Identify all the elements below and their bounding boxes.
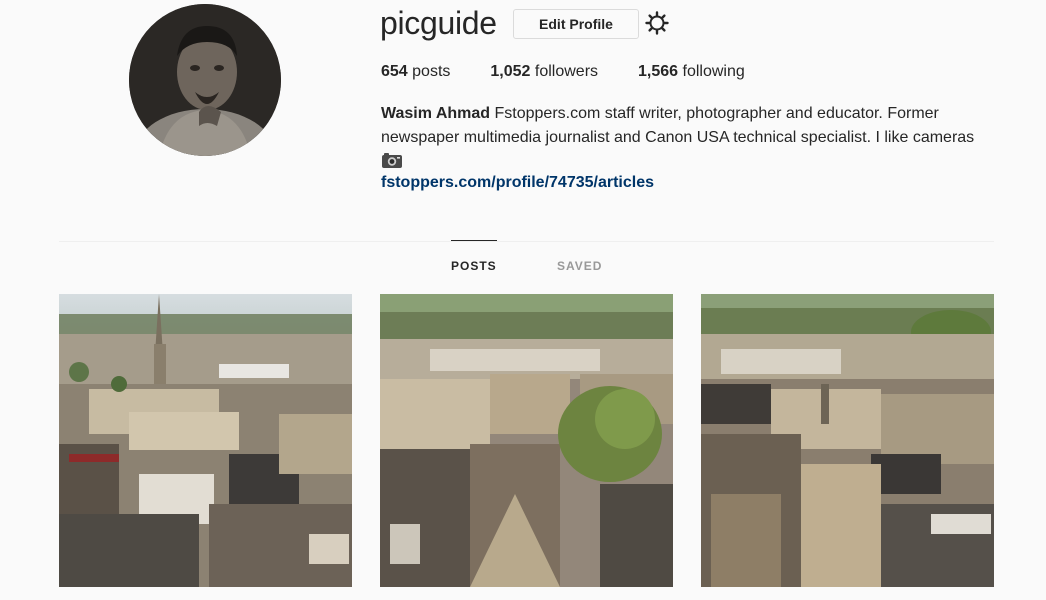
active-tab-indicator <box>451 240 497 241</box>
post-thumbnail[interactable] <box>380 294 673 587</box>
profile-stats: 654 posts 1,052 followers 1,566 followin… <box>381 63 785 81</box>
profile-bio: Wasim Ahmad Fstoppers.com staff writer, … <box>381 102 996 195</box>
gear-icon[interactable] <box>645 11 669 35</box>
post-image <box>380 294 673 587</box>
post-image <box>59 294 352 587</box>
post-thumbnail[interactable] <box>701 294 994 587</box>
post-thumbnail[interactable] <box>59 294 352 587</box>
avatar-portrait <box>129 4 281 156</box>
tab-saved[interactable]: SAVED <box>557 259 602 273</box>
post-image <box>701 294 994 587</box>
followers-count: 1,052 <box>490 63 531 80</box>
following-count: 1,566 <box>638 63 679 80</box>
posts-label: posts <box>407 63 451 80</box>
tab-posts[interactable]: POSTS <box>451 259 497 273</box>
bio-name: Wasim Ahmad <box>381 105 491 122</box>
following-stat[interactable]: 1,566 following <box>638 63 745 81</box>
following-label: following <box>678 63 745 80</box>
followers-stat[interactable]: 1,052 followers <box>490 63 598 81</box>
camera-icon <box>382 153 402 168</box>
posts-count: 654 <box>381 63 408 80</box>
posts-stat: 654 posts <box>381 63 450 81</box>
followers-label: followers <box>530 63 599 80</box>
edit-profile-button[interactable]: Edit Profile <box>513 9 639 39</box>
bio-link[interactable]: fstoppers.com/profile/74735/articles <box>381 171 654 195</box>
profile-avatar[interactable] <box>129 4 281 156</box>
tabs-divider <box>59 241 994 242</box>
profile-username: picguide <box>380 5 497 41</box>
